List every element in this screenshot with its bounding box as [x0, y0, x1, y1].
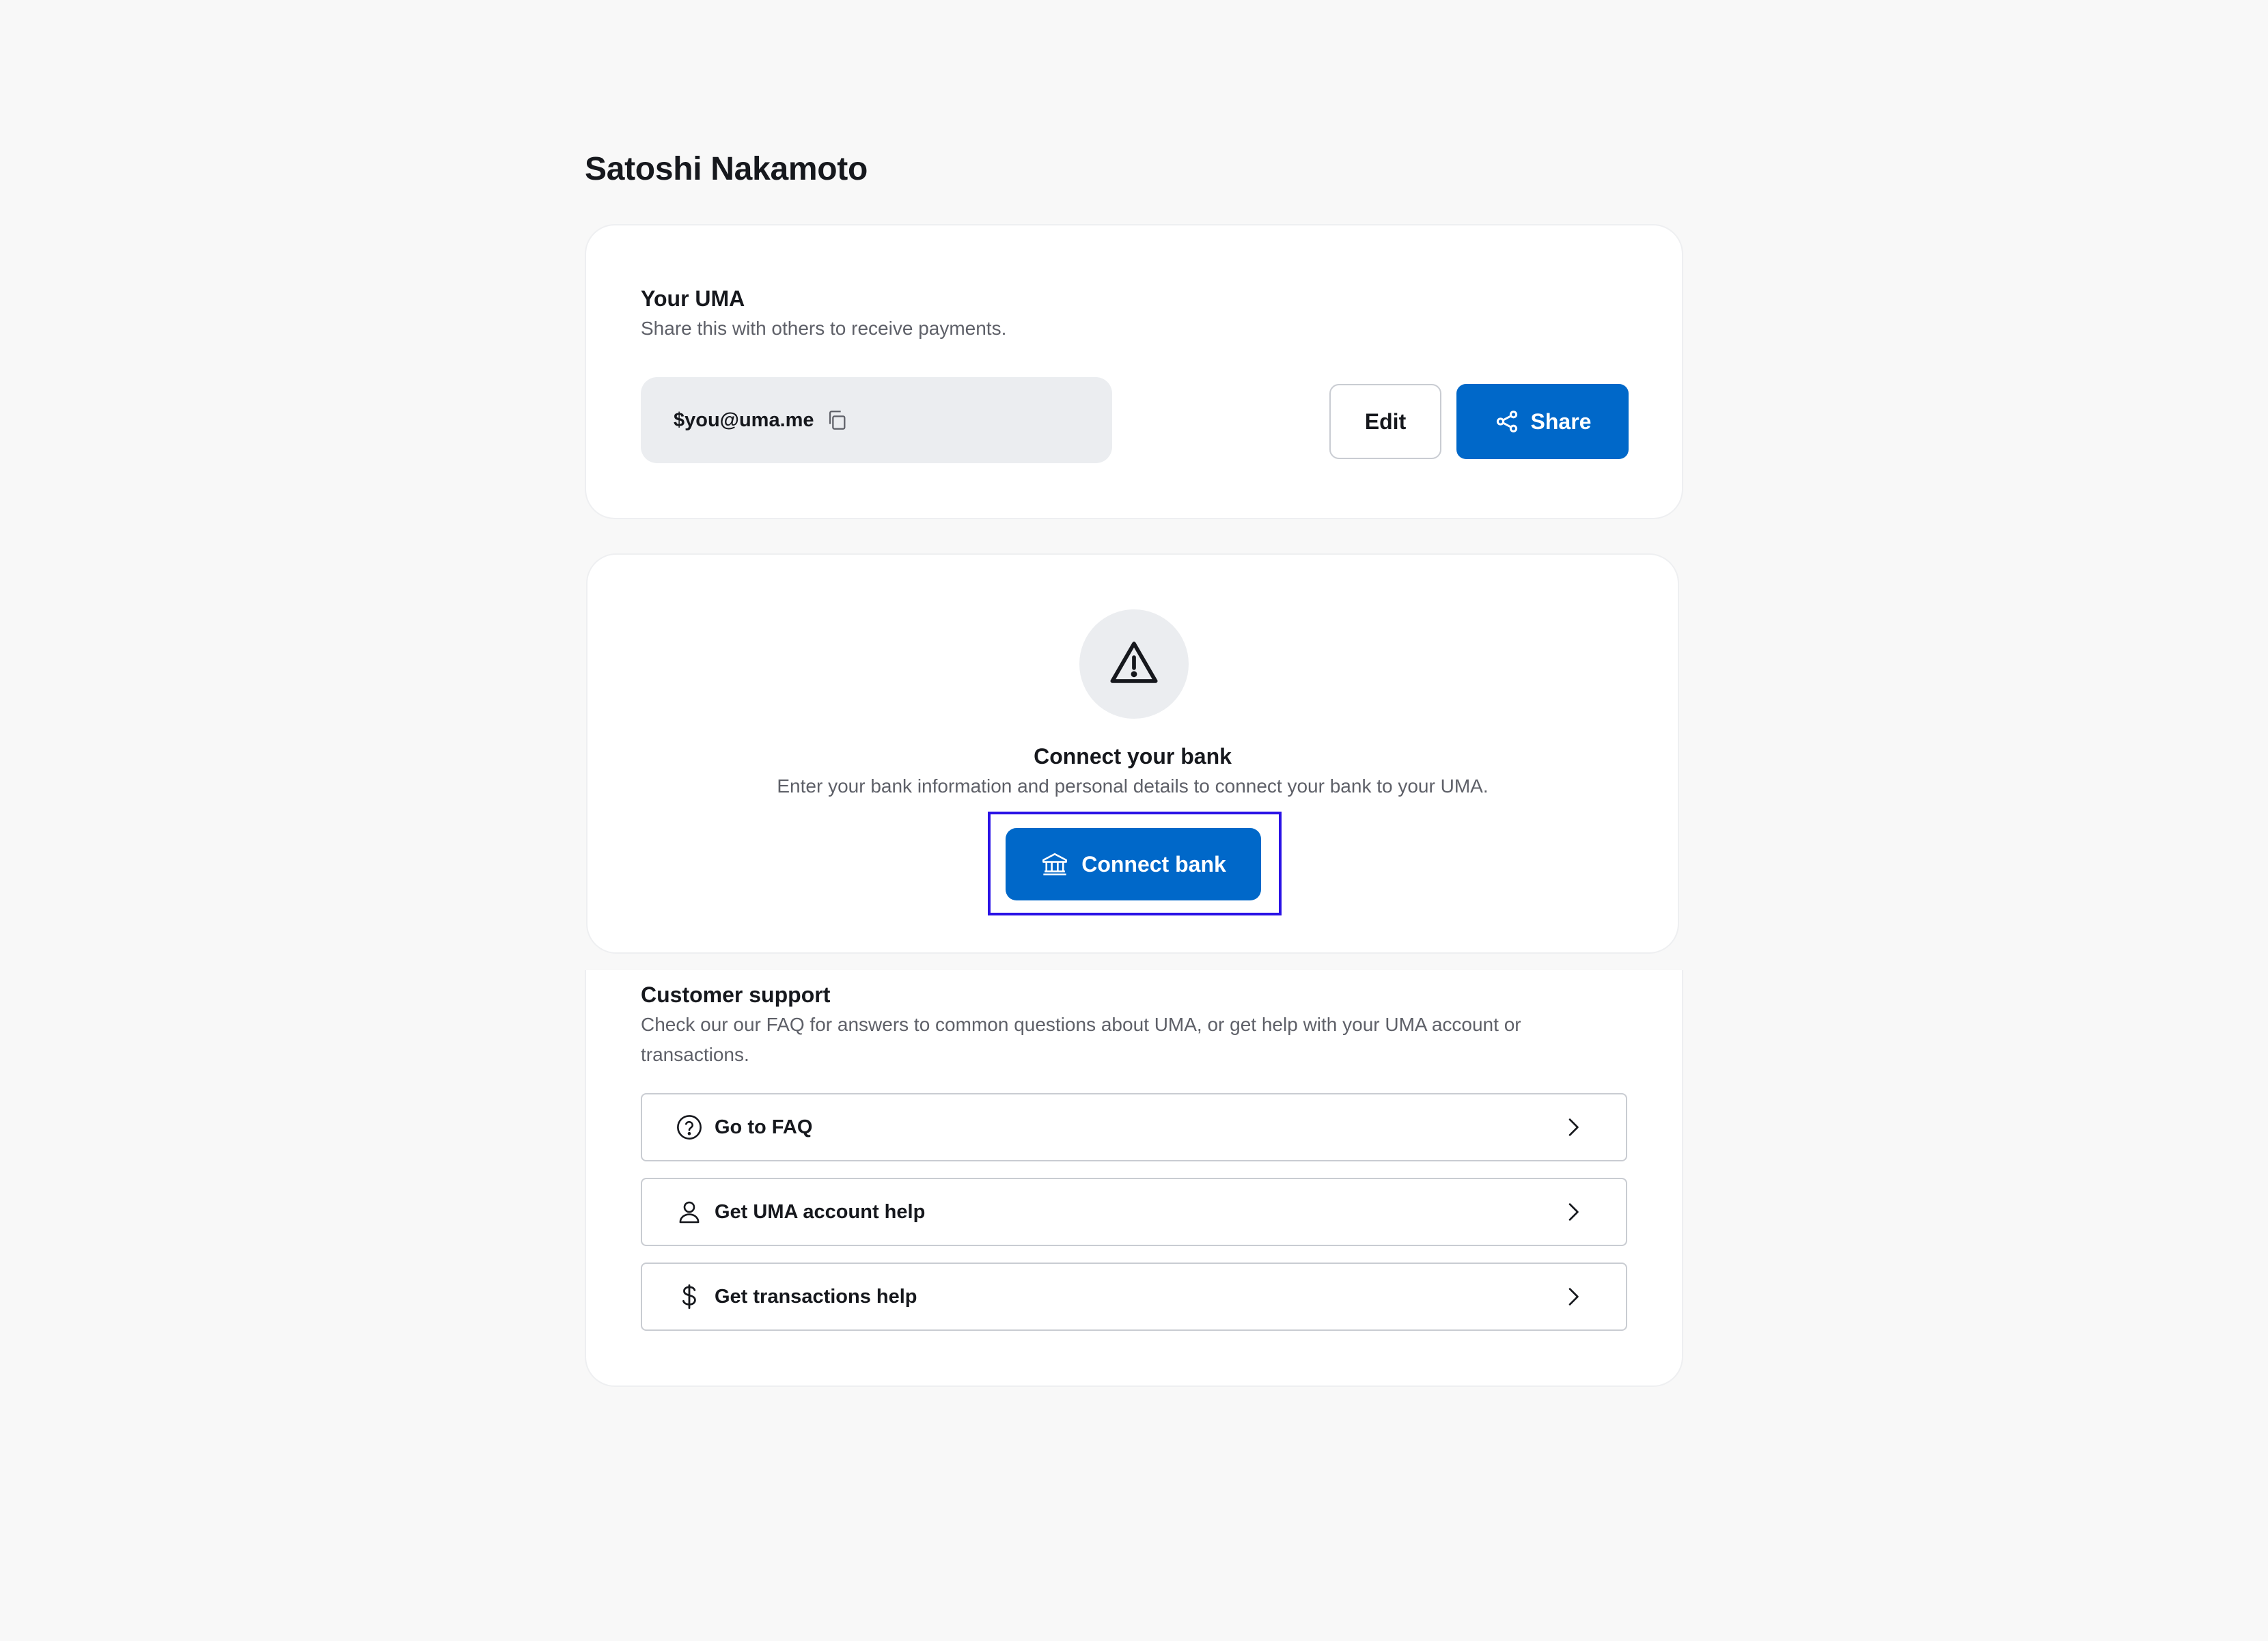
share-icon: [1494, 409, 1520, 435]
support-subtitle: Check our our FAQ for answers to common …: [641, 1014, 1521, 1065]
uma-subtitle: Share this with others to receive paymen…: [641, 318, 1007, 339]
support-item-label: Go to FAQ: [715, 1116, 813, 1138]
warning-badge: [1079, 609, 1189, 719]
support-item-label: Get UMA account help: [715, 1200, 926, 1223]
chevron-right-icon: [1562, 1116, 1585, 1139]
warning-icon: [1108, 637, 1160, 692]
user-icon: [675, 1198, 704, 1226]
support-heading: Customer support: [641, 982, 831, 1007]
edit-button[interactable]: Edit: [1329, 384, 1441, 459]
uma-heading: Your UMA: [641, 286, 745, 311]
support-item-label: Get transactions help: [715, 1285, 917, 1308]
uma-card: Your UMA Share this with others to recei…: [585, 224, 1683, 519]
connect-bank-label: Connect bank: [1081, 851, 1226, 877]
support-item-account[interactable]: Get UMA account help: [641, 1178, 1627, 1246]
connect-bank-heading: Connect your bank: [1034, 744, 1232, 769]
chevron-right-icon: [1562, 1200, 1585, 1224]
bank-icon: [1040, 850, 1069, 879]
connect-bank-subtitle: Enter your bank information and personal…: [777, 775, 1489, 797]
uma-address: $you@uma.me: [674, 409, 814, 431]
share-button[interactable]: Share: [1456, 384, 1629, 459]
share-button-label: Share: [1530, 409, 1592, 434]
question-circle-icon: [675, 1113, 704, 1142]
customer-support-card: Customer support Check our our FAQ for a…: [585, 970, 1683, 1387]
dollar-icon: [675, 1282, 704, 1311]
connect-bank-card: Connect your bank Enter your bank inform…: [586, 553, 1679, 954]
chevron-right-icon: [1562, 1285, 1585, 1308]
uma-address-field[interactable]: $you@uma.me: [641, 377, 1112, 463]
edit-button-label: Edit: [1364, 409, 1407, 434]
copy-icon[interactable]: [825, 409, 848, 432]
support-item-faq[interactable]: Go to FAQ: [641, 1093, 1627, 1161]
connect-bank-button[interactable]: Connect bank: [1006, 828, 1261, 900]
page-title: Satoshi Nakamoto: [585, 151, 868, 187]
support-item-transactions[interactable]: Get transactions help: [641, 1263, 1627, 1331]
